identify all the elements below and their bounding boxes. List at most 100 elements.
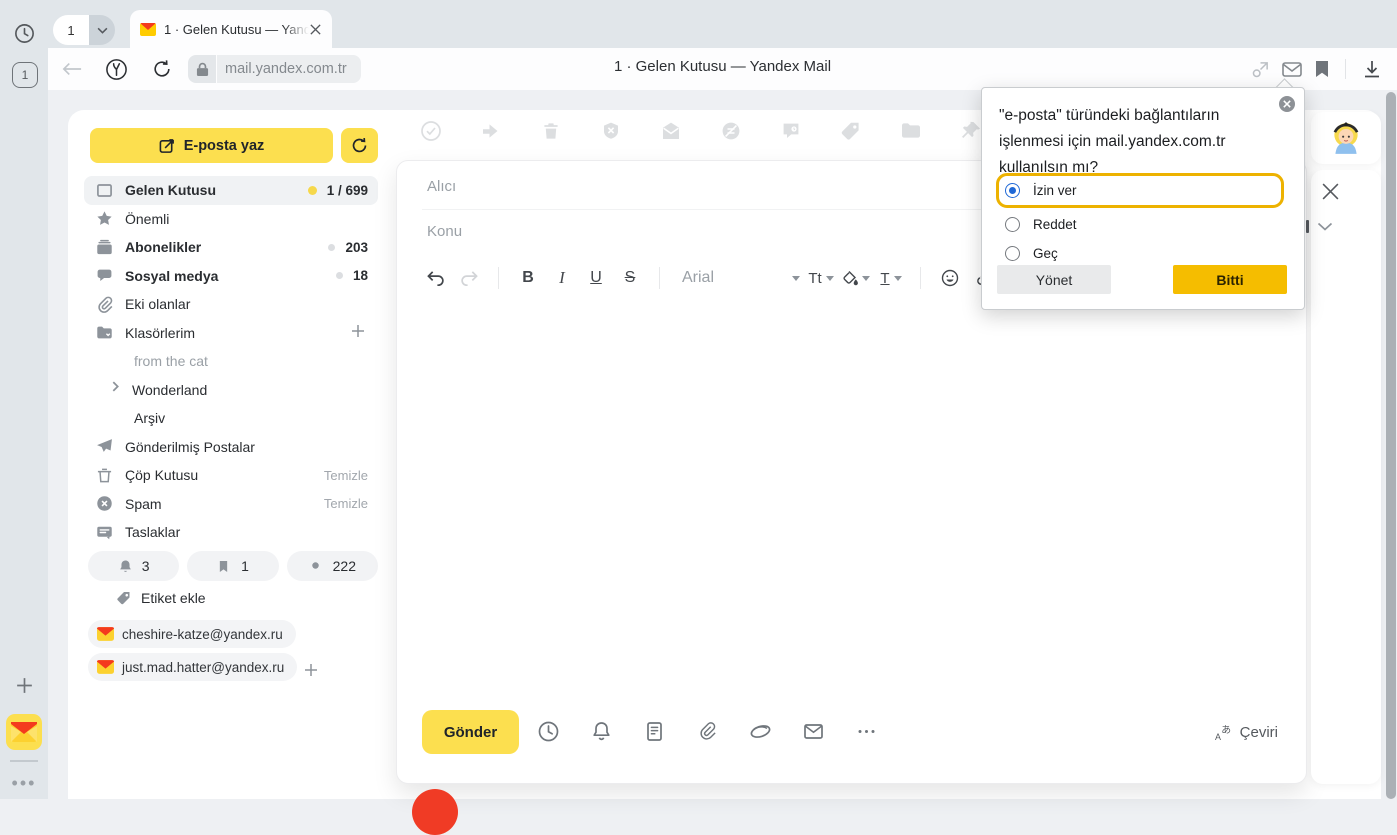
account-list: cheshire-katze@yandex.ru just.mad.hatter@… <box>88 620 388 686</box>
tab-list-chevron-icon[interactable] <box>89 15 115 45</box>
translate-button[interactable]: Aあ Çeviri <box>1215 724 1278 741</box>
back-arrow-icon[interactable] <box>60 57 84 81</box>
more-ellipsis-icon[interactable] <box>855 720 878 743</box>
text-color-select[interactable]: T <box>878 265 904 291</box>
clear-folder-button[interactable]: Temizle <box>324 468 368 483</box>
popup-option-reddet[interactable]: Reddet <box>999 210 1281 239</box>
tab-counter-control[interactable]: 1 <box>53 15 115 45</box>
attach-paperclip-icon[interactable] <box>696 720 719 743</box>
template-doc-icon[interactable] <box>643 720 666 743</box>
pill-count: 222 <box>333 558 356 574</box>
redo-icon[interactable] <box>456 265 482 291</box>
tls-lock-icon[interactable] <box>188 55 216 83</box>
add-label-button[interactable]: Etiket ekle <box>116 590 206 606</box>
account-pill[interactable]: cheshire-katze@yandex.ru <box>88 620 296 648</box>
close-compose-icon[interactable] <box>1319 180 1341 202</box>
tab-count: 1 <box>53 15 89 45</box>
vertical-scrollbar[interactable] <box>1386 92 1396 799</box>
folder-taslaklar[interactable]: Taslaklar <box>84 518 378 547</box>
user-avatar[interactable] <box>1328 120 1364 156</box>
expand-chevron-icon[interactable] <box>110 381 122 398</box>
yandex-disk-icon[interactable] <box>749 720 772 743</box>
counter-pill-bell[interactable]: 3 <box>88 551 179 581</box>
undo-icon[interactable] <box>422 265 448 291</box>
folder-eki-olanlar[interactable]: Eki olanlar <box>84 290 378 319</box>
popup-option-i-zin-ver[interactable]: İzin ver <box>999 176 1281 205</box>
folder--nemli[interactable]: Önemli <box>84 205 378 234</box>
manage-button[interactable]: Yönet <box>997 265 1111 294</box>
add-account-icon[interactable] <box>304 663 318 677</box>
account-pill[interactable]: just.mad.hatter@yandex.ru <box>88 653 297 681</box>
radio-unselected[interactable] <box>1005 246 1020 261</box>
yandex-mail-app-icon[interactable] <box>6 714 42 750</box>
bold-button[interactable]: B <box>515 265 541 291</box>
radio-selected[interactable] <box>1005 183 1020 198</box>
address-bar[interactable]: mail.yandex.com.tr <box>217 55 361 83</box>
share-link-icon[interactable] <box>1248 57 1272 81</box>
account-email: just.mad.hatter@yandex.ru <box>122 660 284 675</box>
folder-label: Çöp Kutusu <box>125 467 324 483</box>
collapse-chevron-icon[interactable] <box>1317 222 1335 234</box>
counter-pill-bookmark[interactable]: 1 <box>187 551 278 581</box>
yandex-mail-logo-icon <box>97 627 114 641</box>
browser-toolbar: mail.yandex.com.tr 1 · Gelen Kutusu — Ya… <box>48 48 1397 90</box>
yandex-services-button[interactable] <box>104 57 128 81</box>
active-tab[interactable]: 1 · Gelen Kutusu — Yand <box>130 10 332 48</box>
drafts-icon <box>96 524 113 541</box>
inbox-actions-toolbar <box>420 120 982 142</box>
download-icon[interactable] <box>1360 57 1384 81</box>
label-tag-icon <box>840 120 862 142</box>
radio-unselected[interactable] <box>1005 217 1020 232</box>
folder-klas-rlerim[interactable]: Klasörlerim <box>84 319 378 348</box>
pill-count: 1 <box>241 558 249 574</box>
folder-g-nderilmi-postalar[interactable]: Gönderilmiş Postalar <box>84 433 378 462</box>
folder--p-kutusu[interactable]: Çöp KutusuTemizle <box>84 461 378 490</box>
popup-message: "e-posta" türündeki bağlantıların işlenm… <box>999 103 1281 181</box>
bookmark-icon[interactable] <box>1310 57 1334 81</box>
star-icon <box>96 210 113 227</box>
counter-pill-dot[interactable]: 222 <box>287 551 378 581</box>
folder-abonelikler[interactable]: Abonelikler203 <box>84 233 378 262</box>
history-clock-icon[interactable] <box>9 18 39 48</box>
compose-email-button[interactable]: E-posta yaz <box>90 128 333 163</box>
rail-add-icon[interactable] <box>9 670 39 700</box>
italic-button[interactable]: I <box>549 265 575 291</box>
folder-sosyal-medya[interactable]: Sosyal medya18 <box>84 262 378 291</box>
done-button[interactable]: Bitti <box>1173 265 1287 294</box>
inbox-icon <box>96 182 113 199</box>
add-folder-icon[interactable] <box>351 324 368 341</box>
font-family-select[interactable]: Arial <box>676 269 800 287</box>
check-mail-refresh-button[interactable] <box>341 128 378 163</box>
tab-group-button[interactable]: 1 <box>12 62 38 88</box>
highlight-color-select[interactable] <box>842 265 870 291</box>
url-text: mail.yandex.com.tr <box>225 61 347 77</box>
underline-button[interactable]: U <box>583 265 609 291</box>
emoji-icon[interactable] <box>937 265 963 291</box>
folder-label: from the cat <box>134 353 368 369</box>
tag-icon <box>116 590 132 606</box>
schedule-clock-icon[interactable] <box>537 720 560 743</box>
compose-label: E-posta yaz <box>184 138 265 154</box>
strikethrough-button[interactable]: S <box>617 265 643 291</box>
folder-wonderland[interactable]: Wonderland <box>84 376 378 405</box>
translate-label: Çeviri <box>1240 724 1278 741</box>
yandex-mail-favicon <box>140 23 156 36</box>
popup-option-list: İzin ver ReddetGeç <box>999 176 1281 268</box>
clear-folder-button[interactable]: Temizle <box>324 496 368 511</box>
note-comment-icon <box>780 120 802 142</box>
font-size-select[interactable]: Tt <box>808 265 834 291</box>
folder-from-the-cat[interactable]: from the cat <box>84 347 378 376</box>
tab-close-icon[interactable] <box>309 23 322 36</box>
reminder-bell-icon[interactable] <box>590 720 613 743</box>
popup-option-ge-[interactable]: Geç <box>999 239 1281 268</box>
folder-spam[interactable]: SpamTemizle <box>84 490 378 519</box>
reload-icon[interactable] <box>150 57 174 81</box>
send-button[interactable]: Gönder <box>422 710 519 754</box>
folders-icon <box>96 324 113 341</box>
rail-more-icon[interactable]: ••• <box>9 768 39 798</box>
sent-icon <box>96 438 113 455</box>
copy-email-envelope-icon[interactable] <box>802 720 825 743</box>
folder-gelen-kutusu[interactable]: Gelen Kutusu1 / 699 <box>84 176 378 205</box>
folder-ar-iv[interactable]: Arşiv <box>84 404 378 433</box>
spam-x-icon <box>600 120 622 142</box>
